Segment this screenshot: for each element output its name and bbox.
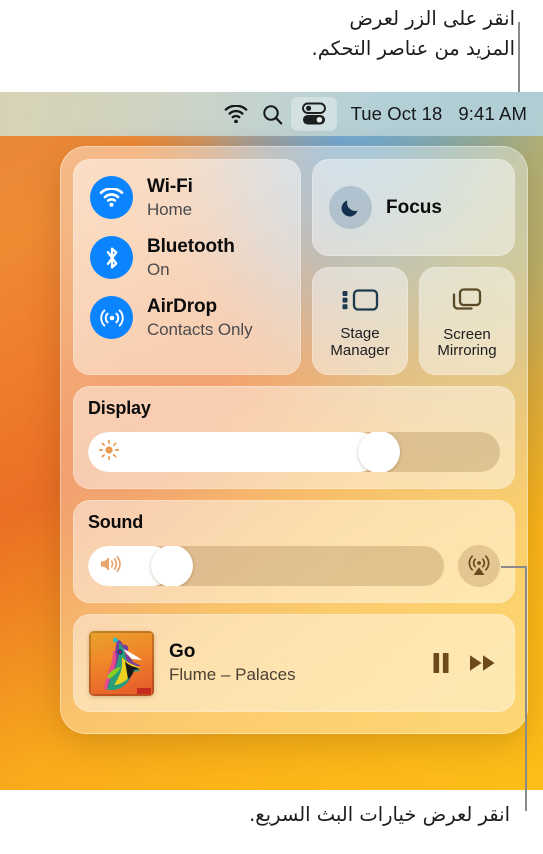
- screen-mirroring-icon: [451, 287, 483, 319]
- screen-mirroring-label: Screen Mirroring: [437, 325, 497, 359]
- menu-bar: Tue Oct 18 9:41 AM: [0, 92, 543, 136]
- display-slider-fill: [88, 432, 380, 472]
- bluetooth-subtitle: On: [147, 259, 170, 279]
- toggle-row-wifi[interactable]: Wi-Fi Home: [90, 176, 301, 219]
- control-center-icon[interactable]: [290, 97, 337, 131]
- speaker-icon: [98, 554, 122, 579]
- airdrop-subtitle: Contacts Only: [147, 319, 253, 339]
- wifi-icon: [90, 176, 133, 219]
- menubar-date[interactable]: Tue Oct 18: [349, 103, 443, 125]
- leader-line-bottom-horizontal: [501, 566, 527, 568]
- stage-manager-icon: [341, 287, 379, 318]
- stage-manager-label: Stage Manager: [330, 325, 390, 359]
- control-center-right-column: Focus Stage Manager Screen Mirroring: [312, 159, 515, 375]
- search-icon[interactable]: [255, 97, 291, 131]
- menubar-time[interactable]: 9:41 AM: [456, 103, 527, 125]
- fast-forward-icon[interactable]: [469, 653, 497, 673]
- control-center-panel: Wi-Fi Home Bluetooth On AirDrop Contacts…: [60, 146, 528, 734]
- display-slider[interactable]: [88, 432, 500, 472]
- control-center-row-1: Wi-Fi Home Bluetooth On AirDrop Contacts…: [73, 159, 515, 375]
- toggle-row-airdrop[interactable]: AirDrop Contacts Only: [90, 296, 301, 339]
- leader-line-bottom-vertical: [525, 566, 527, 811]
- control-center-small-tiles: Stage Manager Screen Mirroring: [312, 267, 515, 375]
- album-art-image: [89, 630, 154, 696]
- sound-label: Sound: [88, 512, 143, 532]
- now-playing-controls: [432, 652, 497, 674]
- annotation-top-text: انقر على الزر لعرض المزيد من عناصر التحك…: [311, 7, 516, 60]
- wifi-title: Wi-Fi: [147, 176, 193, 198]
- sound-tile: Sound: [73, 500, 515, 603]
- now-playing-title: Go: [169, 641, 196, 663]
- display-tile: Display: [73, 386, 515, 489]
- sound-slider-row: [88, 545, 500, 587]
- now-playing-tile: Go Flume – Palaces: [73, 614, 515, 712]
- pause-icon[interactable]: [432, 652, 450, 674]
- sound-slider-track[interactable]: [88, 546, 444, 586]
- airdrop-icon: [90, 296, 133, 339]
- display-slider-track[interactable]: [88, 432, 500, 472]
- toggle-row-bluetooth[interactable]: Bluetooth On: [90, 236, 301, 279]
- brightness-icon: [98, 439, 120, 466]
- focus-tile[interactable]: Focus: [312, 159, 515, 256]
- focus-label: Focus: [386, 196, 442, 218]
- sound-slider-thumb[interactable]: [150, 546, 193, 586]
- wifi-subtitle: Home: [147, 199, 192, 219]
- moon-icon: [329, 186, 372, 229]
- display-label: Display: [88, 398, 151, 418]
- annotation-bottom-text: انقر لعرض خيارات البث السريع.: [249, 803, 510, 826]
- bluetooth-icon: [90, 236, 133, 279]
- stage-manager-tile[interactable]: Stage Manager: [312, 267, 408, 375]
- wifi-icon[interactable]: [217, 97, 255, 131]
- now-playing-artist: Flume – Palaces: [169, 665, 296, 685]
- airplay-audio-icon[interactable]: [458, 545, 500, 587]
- airdrop-title: AirDrop: [147, 296, 218, 318]
- bluetooth-title: Bluetooth: [147, 236, 235, 258]
- screen-mirroring-tile[interactable]: Screen Mirroring: [419, 267, 515, 375]
- display-slider-thumb[interactable]: [358, 432, 401, 472]
- connectivity-tile: Wi-Fi Home Bluetooth On AirDrop Contacts…: [73, 159, 301, 375]
